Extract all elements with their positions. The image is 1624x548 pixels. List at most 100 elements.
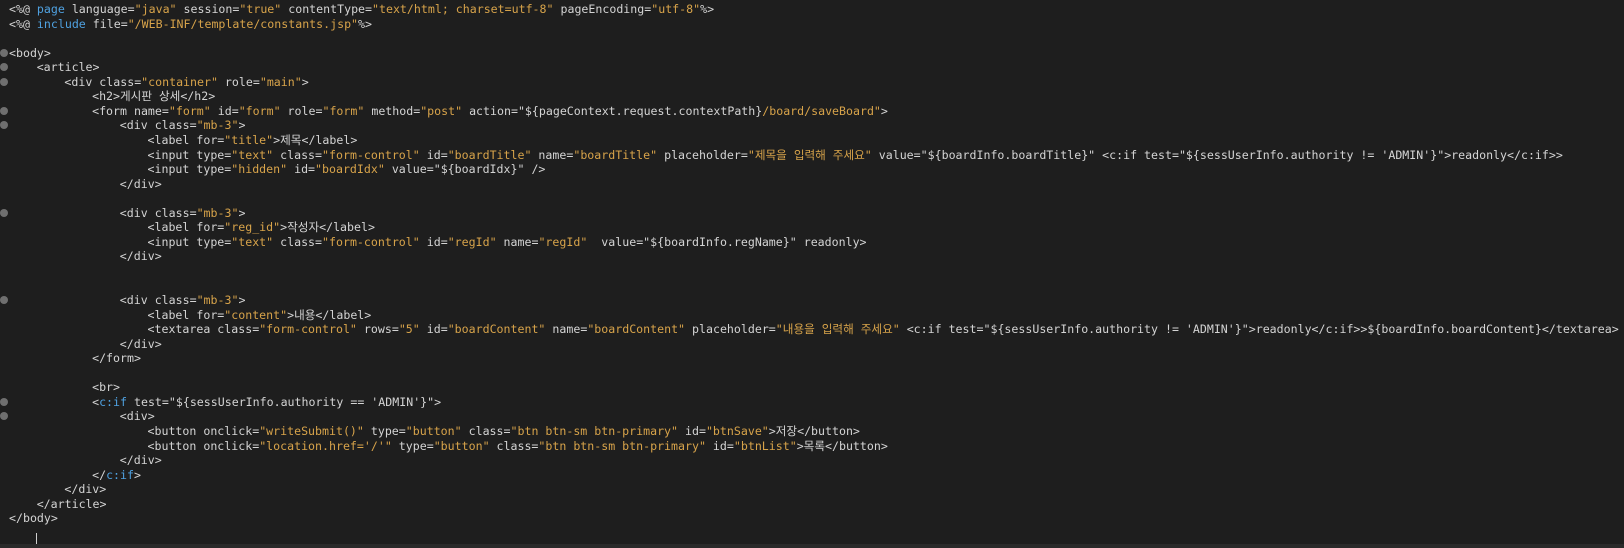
fold-toggle-icon[interactable] — [0, 77, 8, 86]
fold-toggle-icon[interactable] — [0, 412, 8, 421]
code-line[interactable]: <input type="text" class="form-control" … — [0, 148, 1624, 163]
code-token: "true" — [239, 2, 282, 16]
code-token: type= — [391, 438, 434, 453]
code-line[interactable]: <form name="form" id="form" role="form" … — [0, 104, 1624, 119]
code-text: <form name="form" id="form" role="form" … — [92, 104, 888, 119]
code-line[interactable]: <div class="mb-3"> — [0, 293, 1624, 308]
code-line[interactable] — [0, 191, 1624, 206]
code-token: name= — [531, 147, 574, 162]
fold-toggle-icon[interactable] — [0, 208, 8, 217]
code-token: "${sessUserInfo.authority != 'ADMIN'}" — [1178, 147, 1445, 162]
code-line[interactable]: </div> — [0, 453, 1624, 468]
code-line[interactable]: <textarea class="form-control" rows="5" … — [0, 322, 1624, 337]
code-line[interactable] — [0, 264, 1624, 279]
code-token: "button" — [405, 423, 462, 438]
code-line[interactable]: <button onclick="location.href='/'" type… — [0, 439, 1624, 454]
code-line[interactable]: <input type="hidden" id="boardIdx" value… — [0, 162, 1624, 177]
code-token: id= — [705, 438, 734, 453]
code-token: class= — [489, 438, 539, 453]
code-token: <input type= — [147, 234, 232, 249]
code-text: <div class="mb-3"> — [120, 206, 246, 221]
code-token: "btn btn-sm btn-primary" — [510, 423, 679, 438]
code-text: <input type="hidden" id="boardIdx" value… — [148, 162, 546, 177]
code-line[interactable]: <div class="container" role="main"> — [0, 75, 1624, 90]
code-line[interactable]: <h2>게시판 상세</h2> — [0, 89, 1624, 104]
code-token: "text" — [231, 234, 274, 249]
code-line[interactable]: </div> — [0, 337, 1624, 352]
code-line[interactable]: <div class="mb-3"> — [0, 206, 1624, 221]
code-token: </ — [92, 467, 107, 482]
code-token: <h2>게시판 상세</h2> — [92, 89, 216, 104]
code-line[interactable]: <input type="text" class="form-control" … — [0, 235, 1624, 250]
code-text: <div> — [120, 409, 155, 424]
code-token: "5" — [398, 322, 420, 337]
code-text: </div> — [120, 337, 162, 352]
code-token: "regId" — [447, 234, 497, 249]
code-token: > — [301, 74, 309, 89]
fold-toggle-icon[interactable] — [0, 296, 8, 304]
code-token: "btnList" — [733, 438, 797, 453]
code-token: "mb-3" — [196, 293, 239, 307]
code-line[interactable]: <%@ page language="java" session="true" … — [0, 2, 1624, 17]
code-line[interactable]: <div> — [0, 409, 1624, 424]
code-token: <label for= — [147, 132, 225, 147]
code-token: >작성자</label> — [280, 220, 375, 235]
code-line[interactable]: <button onclick="writeSubmit()" type="bu… — [0, 424, 1624, 439]
code-token: "btnSave" — [705, 423, 769, 438]
code-line[interactable]: <body> — [0, 46, 1624, 61]
code-text: </article> — [37, 497, 107, 512]
code-token: </div> — [119, 336, 162, 351]
code-token: "내용을 입력해 주세요" — [775, 322, 900, 337]
code-line[interactable]: </div> — [0, 482, 1624, 497]
code-token: pageEncoding= — [553, 2, 652, 16]
code-token: "${boardInfo.regName}" — [643, 234, 797, 249]
code-line[interactable]: </article> — [0, 497, 1624, 512]
code-token: <div class= — [119, 293, 197, 307]
code-token: language= — [64, 2, 135, 16]
code-token: session= — [176, 2, 240, 16]
code-token: > — [434, 394, 442, 409]
code-token: <c:if test= — [899, 322, 984, 337]
fold-toggle-icon[interactable] — [0, 106, 8, 115]
code-line[interactable]: <label for="content">내용</label> — [0, 308, 1624, 323]
code-line[interactable] — [0, 366, 1624, 381]
code-token: </div> — [64, 482, 107, 497]
fold-toggle-icon[interactable] — [0, 63, 8, 72]
fold-toggle-icon[interactable] — [0, 397, 8, 406]
code-line[interactable]: <div class="mb-3"> — [0, 118, 1624, 133]
code-token: id= — [210, 103, 239, 118]
code-token: <br> — [92, 380, 121, 395]
fold-toggle-icon[interactable] — [0, 48, 8, 57]
code-token: "boardIdx" — [315, 162, 385, 177]
code-text: <article> — [37, 60, 100, 75]
code-line[interactable]: <label for="reg_id">작성자</label> — [0, 220, 1624, 235]
code-text: <button onclick="location.href='/'" type… — [148, 439, 888, 454]
code-token: <%@ — [9, 16, 37, 31]
code-line[interactable]: </c:if> — [0, 468, 1624, 483]
code-text: <h2>게시판 상세</h2> — [92, 89, 215, 104]
code-token: <div class= — [64, 74, 142, 89]
code-line[interactable]: <label for="title">제목</label> — [0, 133, 1624, 148]
code-line[interactable]: <article> — [0, 60, 1624, 75]
code-token: id= — [419, 322, 448, 337]
code-line[interactable] — [0, 278, 1624, 293]
code-line[interactable]: <br> — [0, 380, 1624, 395]
code-editor[interactable]: <%@ page language="java" session="true" … — [0, 0, 1624, 548]
code-line[interactable]: </body> — [0, 511, 1624, 526]
code-token: "content" — [224, 307, 288, 322]
code-token: <button onclick= — [147, 423, 260, 438]
code-token: value= — [587, 234, 644, 249]
code-line[interactable]: </div> — [0, 177, 1624, 192]
code-token: contentType= — [281, 2, 373, 16]
horizontal-scrollbar[interactable] — [0, 544, 1624, 548]
fold-toggle-icon[interactable] — [0, 121, 8, 130]
code-line[interactable]: <c:if test="${sessUserInfo.authority == … — [0, 395, 1624, 410]
code-line[interactable]: <%@ include file="/WEB-INF/template/cons… — [0, 17, 1624, 32]
code-line[interactable]: </div> — [0, 249, 1624, 264]
code-token: %> — [358, 16, 372, 31]
code-line[interactable] — [0, 31, 1624, 46]
code-token: <div class= — [119, 118, 197, 133]
code-line[interactable]: </form> — [0, 351, 1624, 366]
code-token: <div class= — [119, 205, 197, 220]
code-token: value= — [384, 162, 434, 177]
